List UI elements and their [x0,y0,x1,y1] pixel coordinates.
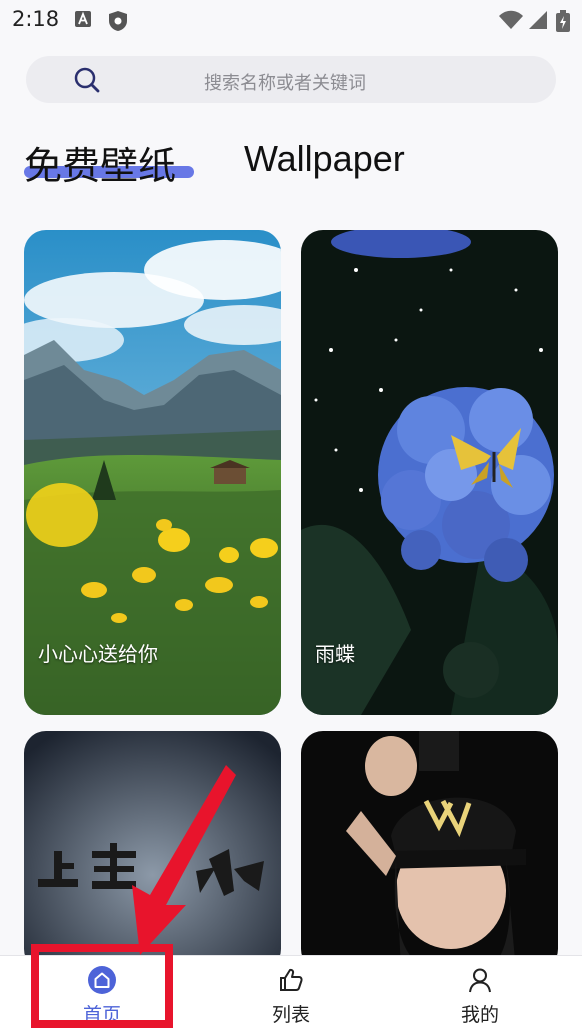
wifi-icon [499,10,523,29]
wallpaper-image-calligraphy [24,731,281,971]
nav-item-profile[interactable]: 我的 [420,956,540,1036]
wallpaper-card[interactable]: 雨蝶 [301,230,558,715]
status-bar: 2:18 [0,0,582,40]
search-placeholder[interactable]: 搜索名称或者关键词 [204,69,366,95]
thumbs-up-icon[interactable] [277,966,305,994]
wallpaper-caption: 雨蝶 [315,642,355,666]
signal-icon [529,11,547,29]
status-time: 2:18 [12,7,60,31]
wallpaper-card[interactable] [301,731,558,971]
battery-icon [556,10,570,32]
person-icon[interactable] [466,966,494,994]
wallpaper-card[interactable]: 小心心送给你 [24,230,281,715]
nav-item-list[interactable]: 列表 [231,956,351,1036]
nav-label: 我的 [460,1004,499,1026]
search-icon[interactable] [73,66,101,94]
a-icon [75,11,91,27]
page-title-english: Wallpaper [244,138,405,179]
annotation-highlight-box [31,944,173,1028]
wallpaper-caption: 小心心送给你 [38,642,158,666]
nav-label: 列表 [271,1004,310,1026]
page-title: 免费壁纸 [24,144,177,188]
search-bar[interactable]: 搜索名称或者关键词 [26,56,556,103]
shield-icon [109,11,127,31]
wallpaper-image-portrait [301,731,558,971]
wallpaper-card[interactable] [24,731,281,971]
